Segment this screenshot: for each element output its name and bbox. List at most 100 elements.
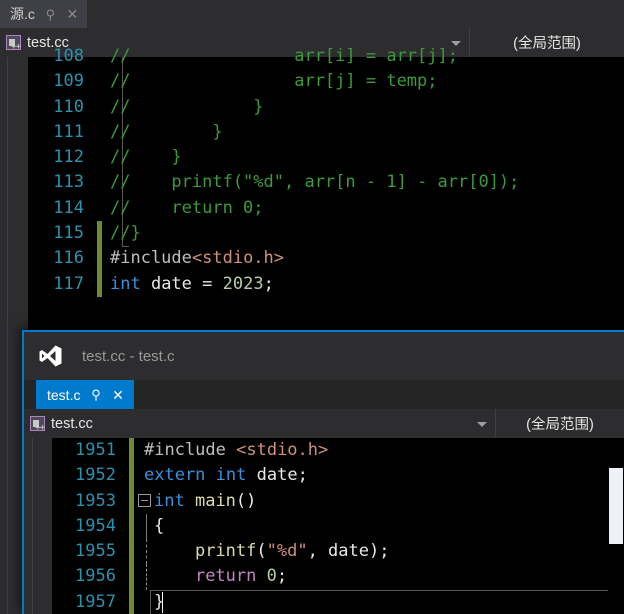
code-token: <stdio.h> [236, 440, 329, 460]
code-text[interactable]: #include <stdio.h> [140, 438, 624, 463]
code-token: // } [110, 96, 264, 117]
code-token: // return 0; [110, 197, 264, 218]
code-line[interactable]: 108 // arr[i] = arr[j]; [28, 44, 624, 69]
code-token: // } [110, 147, 182, 168]
line-number: 1952 [75, 465, 116, 486]
line-number: 114 [53, 197, 84, 218]
change-indicator [94, 271, 106, 298]
line-number: 1956 [75, 566, 116, 587]
collapse-region-icon[interactable] [138, 493, 151, 507]
code-line[interactable]: 1951 #include <stdio.h> [52, 438, 624, 464]
code-text[interactable]: // arr[j] = temp; [106, 69, 624, 94]
code-text[interactable]: printf("%d", date); [140, 539, 624, 565]
text-caret [162, 591, 163, 613]
line-number: 109 [53, 71, 84, 92]
inner-scope-label: (全局范围) [526, 417, 594, 433]
code-token: ; [263, 273, 274, 294]
code-token: int [154, 490, 185, 511]
code-text[interactable]: // printf("%d", arr[n - 1] - arr[0]); [106, 170, 624, 195]
code-text[interactable]: } [140, 589, 624, 614]
line-number: 1954 [75, 515, 116, 536]
inner-tab-label: test.c [47, 386, 81, 403]
code-line[interactable]: 117 int date = 2023; [28, 271, 624, 298]
code-line[interactable]: 1953 int main() [52, 488, 624, 515]
inner-scope-dropdown[interactable]: (全局范围) [496, 409, 624, 438]
code-text[interactable]: // } [106, 145, 624, 170]
code-line[interactable]: 113 // printf("%d", arr[n - 1] - arr[0]); [28, 170, 624, 195]
inner-code-surface[interactable]: 1951 #include <stdio.h> 1952 extern int dat… [52, 438, 624, 614]
line-number: 113 [53, 172, 84, 193]
code-line[interactable]: 1954 { [52, 513, 624, 540]
close-icon[interactable]: ✕ [66, 7, 79, 21]
chevron-down-icon[interactable] [477, 421, 487, 427]
close-icon[interactable]: ✕ [111, 388, 124, 402]
code-line[interactable]: 110 // } [28, 95, 624, 120]
pin-icon[interactable]: ⚲ [44, 8, 57, 21]
pin-icon[interactable]: ⚲ [89, 388, 102, 401]
code-text[interactable]: int date = 2023; [106, 272, 624, 297]
outer-tab-source-c[interactable]: 源.c ⚲ ✕ [0, 0, 87, 28]
change-indicator [94, 69, 106, 94]
line-number: 108 [53, 46, 84, 66]
code-token: // printf("%d", arr[n - 1] - arr[0]); [110, 172, 520, 193]
code-text[interactable]: // return 0; [106, 196, 624, 221]
code-token: main [194, 490, 236, 511]
code-token: //} [110, 223, 141, 244]
code-line[interactable]: 1957} [52, 589, 624, 614]
code-token: 0 [266, 566, 277, 587]
indent-guide [146, 539, 148, 565]
code-line[interactable]: 109 // arr[j] = temp; [28, 69, 624, 94]
line-number: 1955 [75, 541, 116, 562]
line-number: 117 [53, 273, 84, 294]
code-line[interactable]: 114 // return 0; [28, 196, 624, 221]
inner-editor[interactable]: 1951 #include <stdio.h> 1952 extern int dat… [24, 438, 624, 614]
code-text[interactable]: // arr[i] = arr[j]; [106, 44, 624, 69]
code-token: 2023 [222, 273, 264, 294]
screenshot-root: 源.c ⚲ ✕ test.cc (全局范围) 108 // arr[i] = ar… [0, 0, 624, 614]
line-number: 111 [53, 121, 84, 142]
vertical-scrollbar[interactable] [608, 438, 624, 614]
code-token: "%d" [266, 541, 308, 562]
indent-guide [146, 513, 147, 540]
inner-tab-strip: test.c ⚲ ✕ [24, 380, 624, 409]
line-number: 116 [53, 248, 84, 269]
inner-file-dropdown[interactable]: test.cc [24, 409, 496, 438]
code-text[interactable]: // } [106, 95, 624, 120]
code-line[interactable]: 112 // } [28, 145, 624, 170]
code-text[interactable]: extern int date; [140, 463, 624, 488]
line-number: 110 [53, 96, 84, 117]
code-token: ; [276, 566, 288, 587]
line-number: 1953 [75, 490, 116, 511]
code-line[interactable]: 115 //} [28, 221, 624, 247]
inner-tab-test-c[interactable]: test.c ⚲ ✕ [36, 380, 135, 409]
code-text[interactable]: return 0; [140, 564, 624, 590]
code-text[interactable]: { [140, 513, 624, 540]
inner-editor-left-margin [24, 438, 52, 614]
code-token: <stdio.h> [191, 248, 285, 269]
inner-visual-studio-window[interactable]: test.cc - test.c test.c ⚲ ✕ test.cc (全局范… [22, 330, 624, 614]
change-indicator [126, 438, 140, 464]
change-indicator [94, 170, 106, 195]
code-line[interactable]: 1956 return 0; [52, 564, 624, 591]
vertical-scrollbar-thumb[interactable] [609, 468, 623, 544]
change-indicator [126, 589, 140, 614]
change-indicator [94, 120, 106, 145]
code-text[interactable]: //} [106, 221, 624, 246]
code-text[interactable]: // } [106, 120, 624, 145]
code-line[interactable]: 116 #include<stdio.h> [28, 246, 624, 272]
line-number: 1951 [75, 440, 116, 460]
code-text[interactable]: int main() [138, 489, 624, 514]
code-token: #include [144, 440, 237, 460]
current-line-highlight [150, 589, 616, 614]
code-token: extern [144, 465, 206, 486]
code-token: date; [246, 465, 308, 486]
code-line[interactable]: 111 // } [28, 120, 624, 145]
code-line[interactable]: 1952 extern int date; [52, 463, 624, 489]
inner-title-bar[interactable]: test.cc - test.c [24, 332, 624, 380]
code-text[interactable]: #include<stdio.h> [106, 246, 624, 271]
code-line[interactable]: 1955 printf("%d", date); [52, 539, 624, 565]
